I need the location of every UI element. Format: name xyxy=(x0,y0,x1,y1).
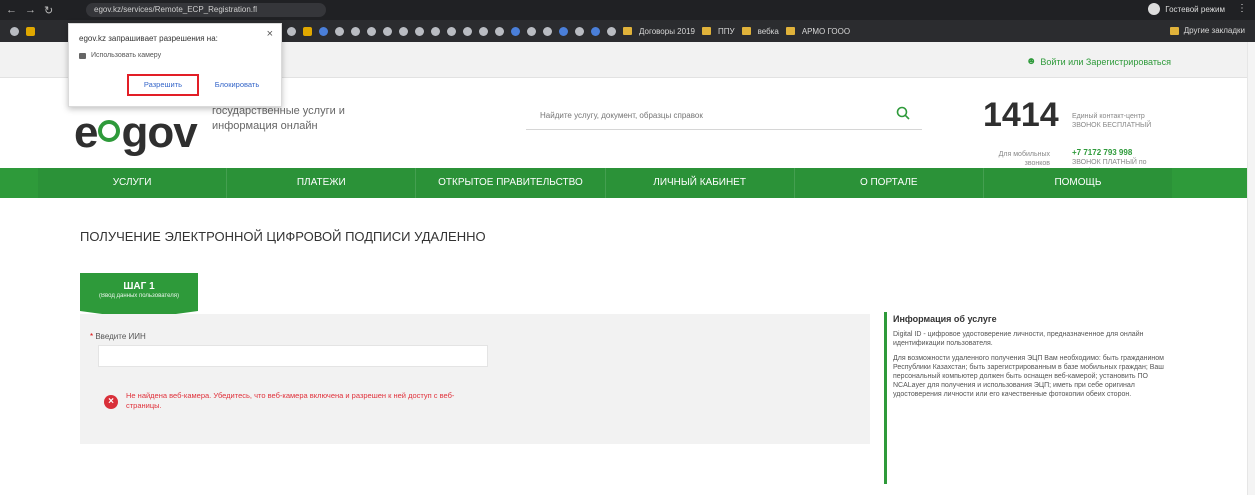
block-button[interactable]: Блокировать xyxy=(207,76,267,94)
avatar-icon xyxy=(1148,3,1161,15)
service-info: Информация об услуге Digital ID - цифров… xyxy=(884,312,1174,484)
bookmark-icon[interactable] xyxy=(10,26,19,36)
bookmark-folder-label[interactable]: АРМО ГООО xyxy=(802,27,850,36)
browser-nav-buttons: ← → ↻ xyxy=(0,4,53,17)
browser-menu-icon[interactable]: ⋮ xyxy=(1237,3,1247,14)
bookmark-icon[interactable] xyxy=(559,26,568,36)
search-input[interactable] xyxy=(526,102,886,128)
forward-icon[interactable]: → xyxy=(25,4,36,17)
info-paragraph: Digital ID - цифровое удостоверение личн… xyxy=(893,331,1144,347)
search-box xyxy=(526,102,922,130)
folder-icon xyxy=(623,27,632,35)
reload-icon[interactable]: ↻ xyxy=(44,4,53,17)
bookmark-icon[interactable] xyxy=(479,26,488,36)
hotline-desc: Единый контакт-центр ЗВОНОК БЕСПЛАТНЫЙ xyxy=(1072,113,1152,129)
bookmark-icon[interactable] xyxy=(383,26,392,36)
nav-about[interactable]: О ПОРТАЛЕ xyxy=(795,168,984,198)
close-icon[interactable]: × xyxy=(267,28,273,40)
bookmark-icon[interactable] xyxy=(367,26,376,36)
bookmark-icon[interactable] xyxy=(543,26,552,36)
bookmark-icon[interactable] xyxy=(415,26,424,36)
profile-label: Гостевой режим xyxy=(1165,4,1225,14)
allow-button[interactable]: Разрешить xyxy=(127,74,199,96)
bookmark-icon[interactable] xyxy=(335,26,344,36)
phone-number: +7 7172 793 998 xyxy=(1072,148,1133,157)
login-link[interactable]: ☻ Войти или Зарегистрироваться xyxy=(1026,56,1171,67)
folder-icon xyxy=(785,27,795,35)
logo-ring-icon xyxy=(98,120,121,143)
form-panel: * Введите ИИН × Не найдена веб-камера. У… xyxy=(80,314,870,444)
bookmark-icon[interactable] xyxy=(26,26,35,36)
bookmark-icon[interactable] xyxy=(287,26,296,36)
site-tagline: государственные услуги и информация онла… xyxy=(212,105,345,132)
user-icon: ☻ xyxy=(1025,56,1037,67)
bookmark-icon[interactable] xyxy=(351,26,360,36)
main-nav: УСЛУГИ ПЛАТЕЖИ ОТКРЫТОЕ ПРАВИТЕЛЬСТВО ЛИ… xyxy=(0,168,1255,198)
bookmark-icon[interactable] xyxy=(607,26,616,36)
bookmark-folder-label[interactable]: Договоры 2019 xyxy=(639,27,695,36)
nav-payments[interactable]: ПЛАТЕЖИ xyxy=(227,168,417,198)
folder-icon xyxy=(741,27,751,35)
page-scrollbar[interactable] xyxy=(1247,42,1255,495)
camera-icon xyxy=(79,52,86,59)
other-bookmarks-label: Другие закладки xyxy=(1183,26,1245,35)
other-bookmarks[interactable]: Другие закладки xyxy=(1169,26,1245,35)
iin-input[interactable] xyxy=(98,345,488,367)
browser-toolbar: ← → ↻ egov.kz/services/Remote_ECP_Regist… xyxy=(0,0,1255,20)
bookmark-icon[interactable] xyxy=(319,26,328,36)
search-icon[interactable] xyxy=(896,106,910,120)
browser-profile[interactable]: Гостевой режим xyxy=(1148,3,1225,15)
step-tab: ШАГ 1 (Ввод данных пользователя) xyxy=(80,273,198,319)
bookmark-icon[interactable] xyxy=(463,26,472,36)
bookmark-icon[interactable] xyxy=(575,26,584,36)
bookmark-icon[interactable] xyxy=(495,26,504,36)
page-title: ПОЛУЧЕНИЕ ЭЛЕКТРОННОЙ ЦИФРОВОЙ ПОДПИСИ У… xyxy=(80,229,486,244)
address-bar[interactable]: egov.kz/services/Remote_ECP_Registration… xyxy=(86,3,326,17)
nav-services[interactable]: УСЛУГИ xyxy=(38,168,228,198)
popup-title: egov.kz запрашивает разрешения на: xyxy=(79,34,218,43)
hotline: 1414 xyxy=(983,96,1059,135)
bookmark-icon[interactable] xyxy=(447,26,456,36)
main-nav-items: УСЛУГИ ПЛАТЕЖИ ОТКРЫТОЕ ПРАВИТЕЛЬСТВО ЛИ… xyxy=(38,168,1172,198)
info-paragraph: Для возможности удаленного получения ЭЦП… xyxy=(893,355,1164,398)
bookmark-folder-label[interactable]: ППУ xyxy=(718,27,735,36)
hotline-number: 1414 xyxy=(983,96,1059,134)
nav-personal-cabinet[interactable]: ЛИЧНЫЙ КАБИНЕТ xyxy=(606,168,795,198)
folder-icon xyxy=(701,27,711,35)
step-label: ШАГ 1 xyxy=(123,281,155,292)
bookmark-icon[interactable] xyxy=(431,26,440,36)
mobile-label: Для мобильных звонков xyxy=(998,151,1050,167)
camera-permission-popup: egov.kz запрашивает разрешения на: × Исп… xyxy=(68,23,282,107)
egov-logo[interactable]: e gov xyxy=(74,108,198,158)
back-icon[interactable]: ← xyxy=(6,4,17,17)
bookmark-icon[interactable] xyxy=(591,26,600,36)
folder-icon xyxy=(1169,26,1179,35)
login-text: Войти или Зарегистрироваться xyxy=(1040,56,1171,67)
bookmark-icon[interactable] xyxy=(303,26,312,36)
bookmark-icon[interactable] xyxy=(527,26,536,36)
info-title: Информация об услуге xyxy=(893,314,997,324)
logo-text-e: e xyxy=(74,108,99,157)
logo-text-gov: gov xyxy=(121,108,197,157)
error-icon: × xyxy=(104,395,118,409)
nav-open-government[interactable]: ОТКРЫТОЕ ПРАВИТЕЛЬСТВО xyxy=(416,168,606,198)
iin-label: * Введите ИИН xyxy=(90,332,146,341)
bookmark-folder-label[interactable]: вебка xyxy=(758,27,779,36)
bookmark-icon[interactable] xyxy=(399,26,408,36)
step-sublabel: (Ввод данных пользователя) xyxy=(99,293,179,299)
permission-item-label: Использовать камеру xyxy=(91,52,162,59)
permission-item: Использовать камеру xyxy=(79,52,161,59)
bookmark-icon[interactable] xyxy=(511,26,520,36)
error-message: Не найдена веб-камера. Убедитесь, что ве… xyxy=(126,391,455,410)
nav-help[interactable]: ПОМОЩЬ xyxy=(984,168,1172,198)
